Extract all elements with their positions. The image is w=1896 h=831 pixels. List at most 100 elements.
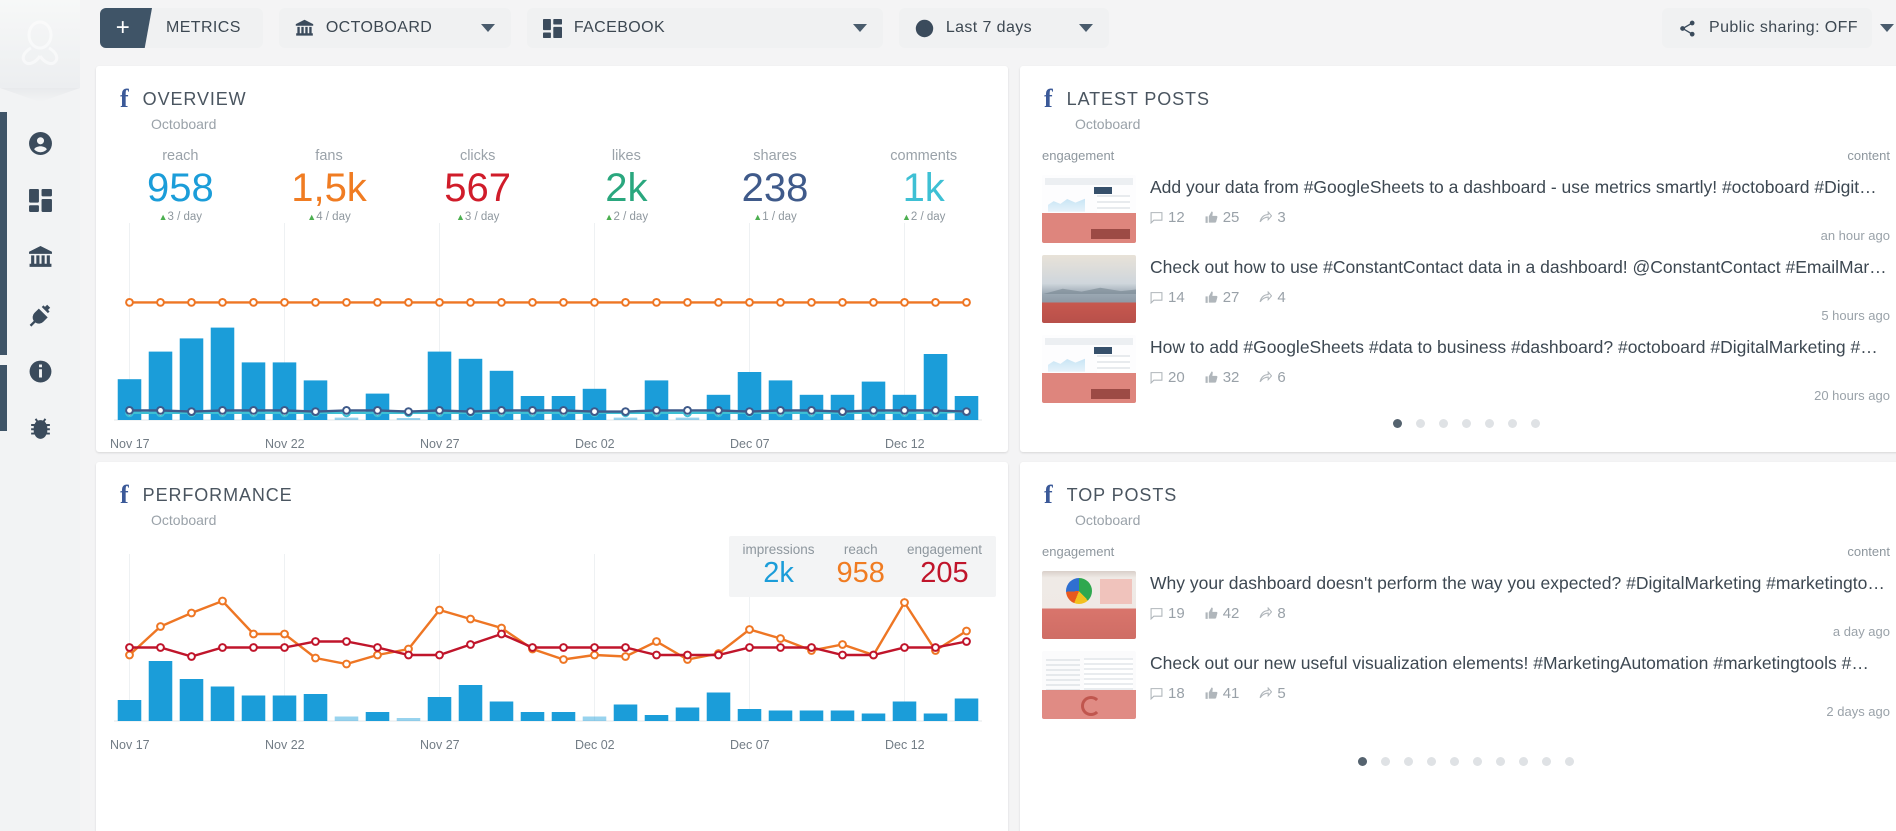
pagination-dot[interactable]	[1507, 419, 1517, 428]
pagination-dot[interactable]	[1461, 419, 1471, 428]
account-select[interactable]: OCTOBOARD	[278, 8, 511, 48]
plus-icon: +	[100, 8, 152, 48]
post-stats: 14 27 4	[1150, 289, 1890, 306]
top-posts-pagination[interactable]	[1020, 757, 1896, 766]
post-thumbnail[interactable]	[1042, 571, 1136, 639]
pagination-dot[interactable]	[1358, 757, 1367, 766]
post-shares: 5	[1259, 685, 1286, 702]
tooltip-value: 958	[836, 557, 885, 589]
public-sharing-select[interactable]: Public sharing: OFF	[1662, 8, 1894, 48]
add-metrics-button[interactable]: + METRICS	[100, 8, 263, 48]
post-thumbnail[interactable]	[1042, 651, 1136, 719]
post-comments: 14	[1150, 289, 1185, 306]
sidebar-item-integrations[interactable]	[0, 286, 80, 343]
post-stats: 19 42 8	[1150, 605, 1890, 622]
metric-delta: ▲3 / day	[455, 211, 500, 223]
sidebar-item-info[interactable]	[0, 343, 80, 400]
pagination-dot[interactable]	[1542, 757, 1551, 766]
thumbs-up-icon	[1205, 607, 1218, 619]
overview-card: f OVERVIEW Octoboard reach 958 ▲3 / day fan…	[96, 66, 1008, 452]
column-content: content	[1847, 148, 1890, 163]
share-arrow-icon	[1259, 291, 1273, 303]
sidebar-item-bugs[interactable]	[0, 400, 80, 457]
metric-label: fans	[315, 148, 343, 164]
sidebar-item-dashboards[interactable]	[0, 172, 80, 229]
post-thumbnail[interactable]	[1042, 335, 1136, 403]
facebook-icon: f	[1044, 480, 1053, 509]
post-thumbnail[interactable]	[1042, 255, 1136, 323]
pagination-dot[interactable]	[1415, 419, 1425, 428]
app-logo[interactable]	[0, 0, 80, 88]
metric-label: clicks	[459, 148, 496, 164]
top-posts-card: f TOP POSTS Octoboard engagement content…	[1020, 462, 1896, 831]
x-tick-label: Dec 12	[885, 437, 925, 451]
x-tick-label: Nov 22	[265, 437, 305, 451]
post-shares: 8	[1259, 605, 1286, 622]
post-text[interactable]: Why your dashboard doesn't perform the w…	[1150, 571, 1890, 595]
tooltip-metric-impressions: impressions 2k	[743, 542, 815, 589]
post-text[interactable]: Check out how to use #ConstantContact da…	[1150, 255, 1890, 279]
metric-clicks: clicks 567 ▲3 / day	[403, 148, 552, 223]
post-shares: 4	[1259, 289, 1286, 306]
pagination-dot[interactable]	[1530, 419, 1540, 428]
post-timestamp: an hour ago	[1820, 228, 1890, 243]
metric-comments: comments 1k ▲2 / day	[849, 148, 998, 223]
facebook-icon: f	[1044, 84, 1053, 113]
chevron-down-icon	[1078, 24, 1093, 32]
pagination-dot[interactable]	[1450, 757, 1459, 766]
pagination-dot[interactable]	[1438, 419, 1448, 428]
source-select[interactable]: FACEBOOK	[526, 8, 883, 48]
metric-label: likes	[611, 148, 641, 164]
post-row[interactable]: Check out how to use #ConstantContact da…	[1020, 249, 1896, 323]
post-text[interactable]: Check out our new useful visualization e…	[1150, 651, 1890, 675]
post-likes: 32	[1205, 369, 1239, 386]
pagination-dot[interactable]	[1392, 419, 1402, 428]
sidebar-item-list	[0, 115, 80, 457]
thumbs-up-icon	[1205, 291, 1218, 303]
tooltip-label: engagement	[906, 542, 982, 557]
pagination-dot[interactable]	[1519, 757, 1528, 766]
metric-label: reach	[162, 148, 199, 164]
post-row[interactable]: Why your dashboard doesn't perform the w…	[1020, 565, 1896, 639]
pagination-dot[interactable]	[1565, 757, 1574, 766]
x-tick-label: Dec 12	[885, 738, 925, 752]
pagination-dot[interactable]	[1427, 757, 1436, 766]
metric-likes: likes 2k ▲2 / day	[552, 148, 701, 223]
performance-tooltip: impressions 2k reach 958 engagement 205	[728, 536, 996, 597]
metric-value: 238	[741, 166, 809, 210]
pagination-dot[interactable]	[1496, 757, 1505, 766]
pagination-dot[interactable]	[1404, 757, 1413, 766]
sidebar-item-account[interactable]	[0, 115, 80, 172]
column-engagement: engagement	[1042, 544, 1115, 559]
share-arrow-icon	[1259, 211, 1273, 223]
pagination-dot[interactable]	[1473, 757, 1482, 766]
post-row[interactable]: Check out our new useful visualization e…	[1020, 645, 1896, 719]
post-row[interactable]: Add your data from #GoogleSheets to a da…	[1020, 169, 1896, 243]
performance-title: PERFORMANCE	[142, 484, 293, 505]
sidebar-item-agency[interactable]	[0, 229, 80, 286]
tooltip-value: 205	[920, 557, 969, 589]
post-timestamp: 5 hours ago	[1821, 308, 1890, 323]
metric-delta: ▲1 / day	[753, 211, 797, 223]
post-text[interactable]: Add your data from #GoogleSheets to a da…	[1150, 175, 1890, 199]
pagination-dot[interactable]	[1381, 757, 1390, 766]
latest-posts-list: Add your data from #GoogleSheets to a da…	[1020, 169, 1896, 403]
metric-value: 567	[444, 166, 512, 210]
x-tick-label: Dec 07	[730, 437, 770, 451]
date-range-select[interactable]: Last 7 days	[898, 8, 1109, 48]
post-body: Check out our new useful visualization e…	[1136, 651, 1890, 719]
post-thumbnail[interactable]	[1042, 175, 1136, 243]
metric-value: 2k	[605, 166, 648, 210]
post-comments: 19	[1150, 605, 1185, 622]
post-timestamp: a day ago	[1832, 624, 1890, 639]
post-row[interactable]: How to add #GoogleSheets #data to busine…	[1020, 329, 1896, 403]
latest-posts-pagination[interactable]	[1020, 419, 1896, 428]
pagination-dot[interactable]	[1484, 419, 1494, 428]
chevron-down-icon	[480, 24, 495, 32]
post-text[interactable]: How to add #GoogleSheets #data to busine…	[1150, 335, 1890, 359]
info-circle-icon	[29, 360, 51, 383]
share-arrow-icon	[1259, 607, 1273, 619]
top-toolbar: + METRICS OCTOBOARD FACEBOOK Last 7 days…	[80, 0, 1896, 56]
bug-icon	[30, 418, 50, 439]
tooltip-metric-engagement: engagement 205	[907, 542, 982, 589]
